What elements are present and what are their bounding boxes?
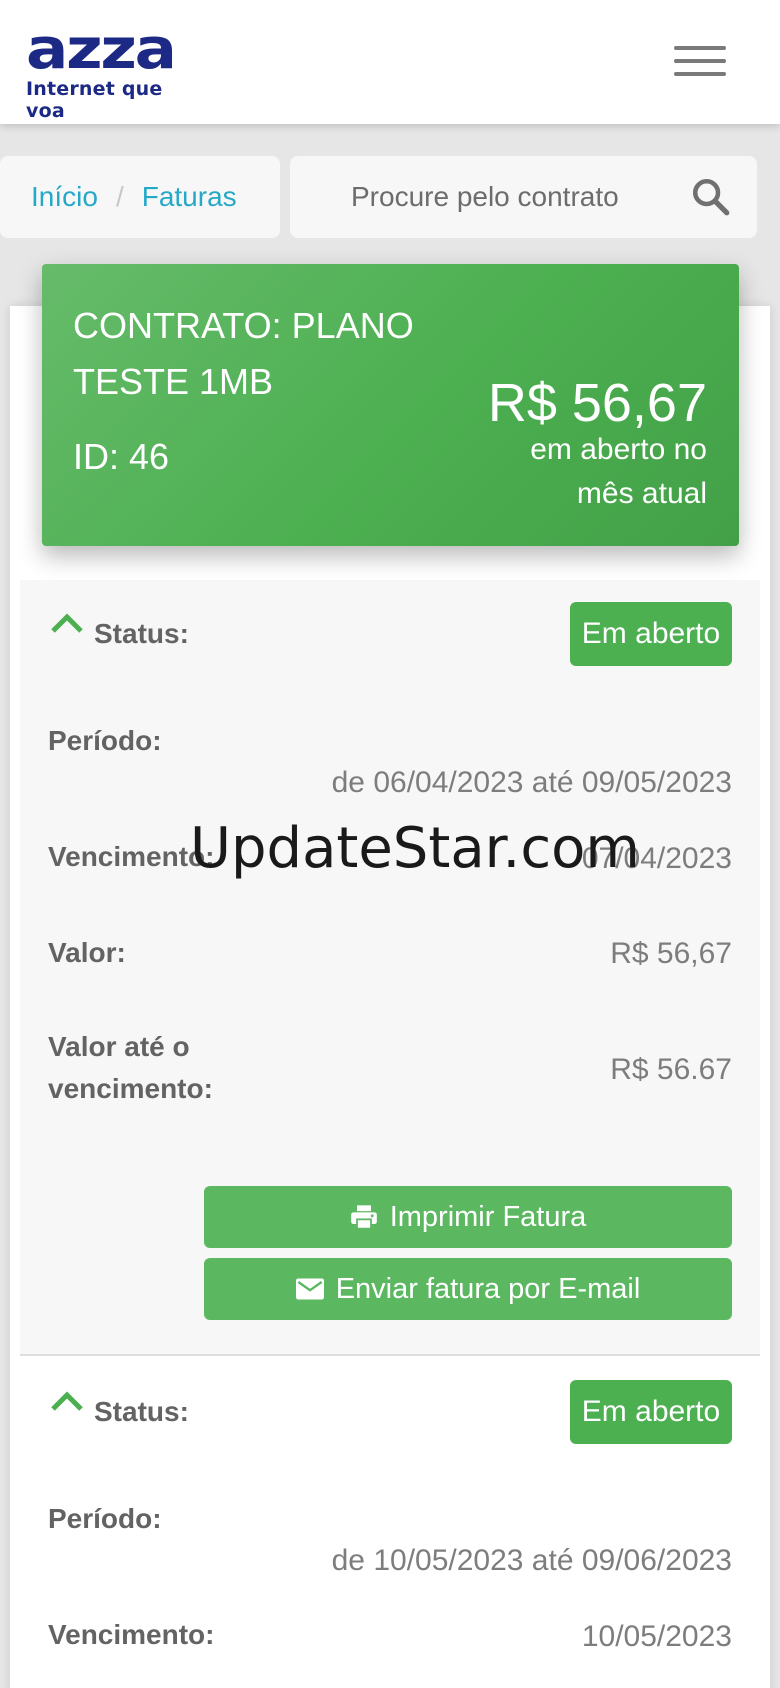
email-icon bbox=[295, 1278, 324, 1300]
hamburger-menu-icon[interactable] bbox=[674, 46, 726, 80]
contract-search-box bbox=[290, 156, 757, 238]
invoice-item: Status: Em aberto Período: de 06/04/2023… bbox=[20, 580, 760, 1356]
contract-open-amount: R$ 56,67 bbox=[487, 373, 707, 433]
email-invoice-button[interactable]: Enviar fatura por E-mail bbox=[204, 1258, 732, 1320]
logo-word: azza bbox=[26, 17, 177, 82]
period-value: de 06/04/2023 até 09/05/2023 bbox=[331, 766, 732, 799]
contract-amount-note: em aberto no mês atual bbox=[530, 433, 707, 510]
status-label: Status: bbox=[94, 1396, 189, 1427]
value-until-due-label: Valor até o vencimento: bbox=[48, 1031, 213, 1104]
breadcrumb-faturas-link[interactable]: Faturas bbox=[142, 181, 237, 213]
contract-summary-banner: CONTRATO: PLANO TESTE 1MB ID: 46 R$ 56,6… bbox=[42, 264, 739, 546]
period-value: de 10/05/2023 até 09/06/2023 bbox=[331, 1544, 732, 1577]
value-label: Valor: bbox=[48, 937, 126, 968]
breadcrumb-separator: / bbox=[115, 181, 124, 212]
status-badge: Em aberto bbox=[570, 1380, 732, 1444]
due-date-label: Vencimento: bbox=[48, 1619, 215, 1650]
watermark-text: UpdateStar.com bbox=[190, 816, 640, 881]
status-badge: Em aberto bbox=[570, 602, 732, 666]
contract-search-input[interactable] bbox=[351, 181, 691, 213]
email-invoice-label: Enviar fatura por E-mail bbox=[335, 1272, 641, 1305]
value-amount: R$ 56,67 bbox=[610, 937, 732, 970]
period-label: Período: bbox=[48, 1503, 162, 1534]
value-until-due-amount: R$ 56.67 bbox=[610, 1053, 732, 1086]
printer-icon bbox=[350, 1205, 377, 1230]
logo-tagline: Internet que voa bbox=[26, 78, 163, 122]
chevron-up-icon[interactable] bbox=[50, 1390, 84, 1412]
period-label: Período: bbox=[48, 725, 162, 756]
invoice-item: Status: Em aberto Período: de 10/05/2023… bbox=[20, 1358, 760, 1688]
contract-title: CONTRATO: PLANO TESTE 1MB bbox=[73, 305, 414, 402]
contract-id: ID: 46 bbox=[73, 436, 170, 477]
breadcrumb-home-link[interactable]: Início bbox=[31, 181, 98, 213]
print-invoice-button[interactable]: Imprimir Fatura bbox=[204, 1186, 732, 1248]
breadcrumb: Início / Faturas bbox=[0, 156, 280, 238]
search-icon[interactable] bbox=[690, 176, 732, 218]
status-label: Status: bbox=[94, 618, 189, 649]
chevron-up-icon[interactable] bbox=[50, 612, 84, 634]
app-header: azza Internet que voa bbox=[0, 0, 780, 124]
print-invoice-label: Imprimir Fatura bbox=[389, 1200, 587, 1233]
due-date-value: 10/05/2023 bbox=[581, 1620, 732, 1653]
azza-logo[interactable]: azza Internet que voa bbox=[26, 22, 206, 123]
